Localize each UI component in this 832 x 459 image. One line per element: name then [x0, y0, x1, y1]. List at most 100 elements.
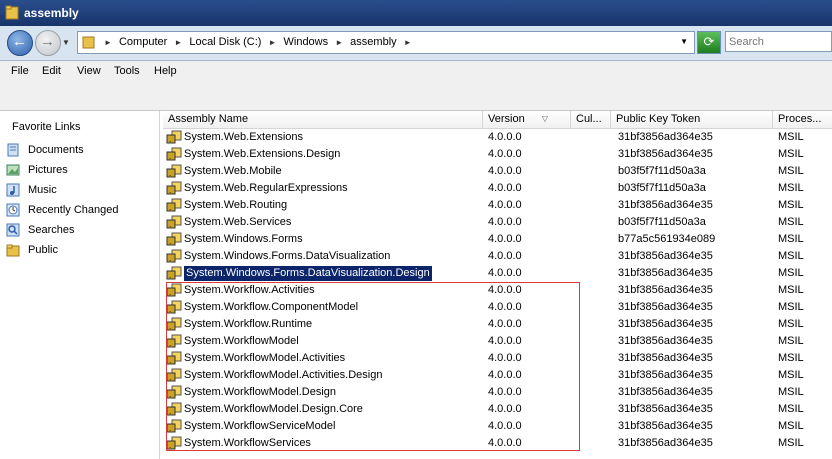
table-row[interactable]: . System.Workflow.ComponentModel 4.0.0.0 31…	[163, 299, 832, 316]
assembly-icon: .	[166, 164, 182, 178]
nav-item-recently-changed[interactable]: Recently Changed	[6, 202, 156, 220]
column-label: Version	[488, 113, 525, 125]
breadcrumb-local-disk[interactable]: Local Disk (C:)	[189, 36, 261, 48]
svg-text:.: .	[169, 306, 171, 314]
assembly-icon: .	[166, 198, 182, 212]
forward-button[interactable]: →	[35, 30, 61, 56]
nav-item-label: Recently Changed	[28, 204, 119, 216]
table-row[interactable]: . System.Workflow.Activities 4.0.0.0 31bf38…	[163, 282, 832, 299]
version-cell: 4.0.0.0	[488, 420, 522, 432]
table-row[interactable]: . System.Web.Extensions 4.0.0.0 31bf3856ad3…	[163, 129, 832, 146]
svg-text:.: .	[169, 408, 171, 416]
assembly-icon: .	[166, 249, 182, 263]
version-cell: 4.0.0.0	[488, 199, 522, 211]
nav-item-label: Public	[28, 244, 58, 256]
column-assembly-name[interactable]: Assembly Name	[163, 111, 483, 128]
svg-text:.: .	[169, 357, 171, 365]
assembly-icon: .	[166, 317, 182, 331]
menu-tools[interactable]: Tools	[114, 65, 140, 77]
table-row[interactable]: . System.WorkflowModel.Design.Core 4.0.0.0…	[163, 401, 832, 418]
nav-item-documents[interactable]: Documents	[6, 142, 156, 160]
public-key-token-cell: 31bf3856ad364e35	[618, 131, 713, 143]
chevron-right-icon[interactable]: ►	[174, 38, 182, 47]
nav-item-music[interactable]: Music	[6, 182, 156, 200]
processor-architecture-cell: MSIL	[778, 267, 804, 279]
refresh-button[interactable]: ⟳	[697, 31, 721, 54]
chevron-right-icon[interactable]: ►	[335, 38, 343, 47]
folder-icon	[5, 5, 19, 20]
table-row[interactable]: . System.Windows.Forms.DataVisualization.…	[163, 265, 832, 282]
table-row[interactable]: . System.Web.Services 4.0.0.0 b03f5f7f11d50…	[163, 214, 832, 231]
chevron-right-icon[interactable]: ►	[404, 38, 412, 47]
table-row[interactable]: . System.Workflow.Runtime 4.0.0.0 31bf3856a…	[163, 316, 832, 333]
table-row[interactable]: . System.Web.RegularExpressions 4.0.0.0 b03…	[163, 180, 832, 197]
assembly-list[interactable]: Assembly Name Version ▽ Cul... Public Key…	[163, 111, 832, 459]
assembly-icon: .	[166, 283, 182, 297]
table-row[interactable]: . System.WorkflowServiceModel 4.0.0.0 31bf3…	[163, 418, 832, 435]
column-culture[interactable]: Cul...	[571, 111, 611, 128]
nav-item-public[interactable]: Public	[6, 242, 156, 260]
breadcrumb-computer[interactable]: Computer	[119, 36, 167, 48]
svg-text:.: .	[169, 255, 171, 263]
public-key-token-cell: 31bf3856ad364e35	[618, 437, 713, 449]
processor-architecture-cell: MSIL	[778, 335, 804, 347]
assembly-name-cell: System.WorkflowModel.Design	[184, 386, 337, 398]
table-row[interactable]: . System.WorkflowModel.Activities 4.0.0.0 3…	[163, 350, 832, 367]
processor-architecture-cell: MSIL	[778, 420, 804, 432]
address-dropdown-icon[interactable]: ▼	[680, 37, 688, 46]
assembly-name-cell: System.WorkflowModel.Activities	[184, 352, 346, 364]
svg-text:.: .	[169, 391, 171, 399]
folder-icon	[82, 36, 95, 49]
nav-item-searches[interactable]: Searches	[6, 222, 156, 240]
version-cell: 4.0.0.0	[488, 182, 522, 194]
menu-edit[interactable]: Edit	[42, 65, 61, 77]
address-toolbar: ← → ▼ ► Computer ► Local Disk (C:) ► Win…	[0, 26, 832, 61]
menu-help[interactable]: Help	[154, 65, 177, 77]
svg-text:.: .	[169, 221, 171, 229]
assembly-name-cell: System.Web.Extensions.Design	[184, 148, 341, 160]
menu-view[interactable]: View	[77, 65, 101, 77]
svg-text:.: .	[169, 170, 171, 178]
version-cell: 4.0.0.0	[488, 386, 522, 398]
public-key-token-cell: 31bf3856ad364e35	[618, 284, 713, 296]
table-row[interactable]: . System.Windows.Forms.DataVisualization 4…	[163, 248, 832, 265]
public-key-token-cell: b77a5c561934e089	[618, 233, 716, 245]
table-row[interactable]: . System.Web.Extensions.Design 4.0.0.0 31bf…	[163, 146, 832, 163]
column-processor-architecture[interactable]: Proces...	[773, 111, 832, 128]
table-row[interactable]: . System.Web.Mobile 4.0.0.0 b03f5f7f11d50a3…	[163, 163, 832, 180]
back-button[interactable]: ←	[7, 30, 33, 56]
menu-file[interactable]: File	[11, 65, 29, 77]
assembly-name-cell: System.Windows.Forms.DataVisualization.D…	[184, 266, 432, 281]
column-public-key-token[interactable]: Public Key Token	[611, 111, 773, 128]
address-bar[interactable]: ► Computer ► Local Disk (C:) ► Windows ►…	[77, 31, 695, 54]
table-row[interactable]: . System.Web.Routing 4.0.0.0 31bf3856ad364e…	[163, 197, 832, 214]
svg-text:.: .	[169, 289, 171, 297]
table-row[interactable]: . System.WorkflowModel 4.0.0.0 31bf3856ad36…	[163, 333, 832, 350]
title-bar[interactable]: assembly	[0, 0, 832, 26]
column-label: Cul...	[576, 113, 602, 125]
column-label: Public Key Token	[616, 113, 701, 125]
svg-text:.: .	[169, 238, 171, 246]
table-row[interactable]: . System.WorkflowServices 4.0.0.0 31bf3856a…	[163, 435, 832, 452]
breadcrumb-windows[interactable]: Windows	[284, 36, 329, 48]
assembly-icon: .	[166, 334, 182, 348]
search-input[interactable]	[725, 31, 832, 52]
public-key-token-cell: b03f5f7f11d50a3a	[618, 165, 706, 177]
version-cell: 4.0.0.0	[488, 131, 522, 143]
assembly-icon: .	[166, 419, 182, 433]
public-key-token-cell: 31bf3856ad364e35	[618, 369, 713, 381]
table-row[interactable]: . System.WorkflowModel.Design 4.0.0.0 31bf3…	[163, 384, 832, 401]
column-version[interactable]: Version ▽	[483, 111, 571, 128]
pictures-icon	[6, 164, 20, 176]
table-row[interactable]: . System.WorkflowModel.Activities.Design 4…	[163, 367, 832, 384]
svg-text:.: .	[169, 136, 171, 144]
table-row[interactable]: . System.Windows.Forms 4.0.0.0 b77a5c561934…	[163, 231, 832, 248]
breadcrumb-assembly[interactable]: assembly	[350, 36, 396, 48]
chevron-right-icon[interactable]: ►	[269, 38, 277, 47]
processor-architecture-cell: MSIL	[778, 182, 804, 194]
nav-item-pictures[interactable]: Pictures	[6, 162, 156, 180]
nav-item-label: Music	[28, 184, 57, 196]
processor-architecture-cell: MSIL	[778, 250, 804, 262]
recent-pages-dropdown[interactable]: ▼	[62, 38, 70, 47]
assembly-name-cell: System.Workflow.ComponentModel	[184, 301, 359, 313]
